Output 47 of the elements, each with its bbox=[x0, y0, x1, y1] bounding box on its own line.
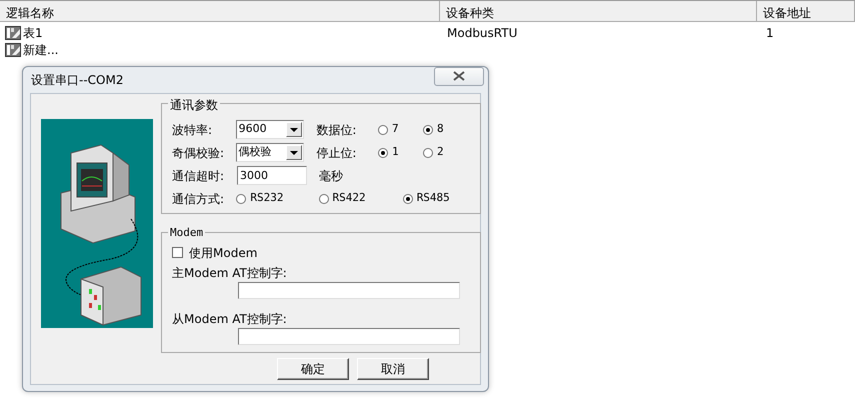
row-name[interactable]: 表1 bbox=[21, 24, 43, 42]
field-label: 通信超时: bbox=[172, 168, 226, 184]
table-icon bbox=[5, 26, 21, 40]
radio-button[interactable] bbox=[318, 194, 329, 204]
window-title: 设置串口--COM2 bbox=[31, 72, 124, 89]
radio-button[interactable] bbox=[423, 148, 434, 158]
field-label: 波特率: bbox=[172, 122, 214, 138]
field-label: 主Modem AT控制字: bbox=[172, 265, 287, 282]
baud-rate-dropdown[interactable]: 9600 bbox=[236, 120, 304, 139]
group-title: 通讯参数 bbox=[168, 96, 220, 114]
table-icon bbox=[5, 42, 21, 56]
device-address: 1 bbox=[765, 26, 774, 40]
timeout-input[interactable]: 3000 bbox=[237, 166, 307, 185]
option-label[interactable]: RS232 bbox=[250, 190, 284, 207]
master-at-input[interactable] bbox=[238, 282, 460, 299]
radio-button[interactable] bbox=[378, 124, 388, 134]
slave-at-input[interactable] bbox=[238, 328, 460, 345]
close-button[interactable] bbox=[434, 66, 484, 86]
option-label[interactable]: 8 bbox=[437, 121, 444, 138]
option-label[interactable]: 2 bbox=[437, 144, 444, 161]
row-name[interactable]: 新建... bbox=[21, 40, 58, 58]
ok-button[interactable]: 确定 bbox=[277, 358, 349, 380]
radio-button[interactable] bbox=[423, 124, 434, 134]
column-header[interactable]: 逻辑名称 bbox=[0, 1, 440, 21]
field-label: 通信方式: bbox=[172, 190, 226, 208]
device-type: ModbusRTU bbox=[446, 26, 518, 40]
radio-button[interactable] bbox=[236, 194, 246, 204]
parity-dropdown[interactable]: 偶校验 bbox=[236, 143, 304, 162]
caret-icon bbox=[290, 150, 298, 154]
close-icon bbox=[453, 71, 465, 81]
option-label[interactable]: RS422 bbox=[332, 190, 366, 207]
option-label[interactable]: 1 bbox=[392, 144, 399, 161]
radio-button[interactable] bbox=[402, 194, 413, 204]
unit-label: 毫秒 bbox=[319, 168, 343, 184]
field-label: 数据位: bbox=[316, 122, 358, 138]
radio-button[interactable] bbox=[378, 148, 388, 158]
field-label: 奇偶校验: bbox=[172, 144, 226, 162]
option-label[interactable]: 7 bbox=[392, 121, 399, 138]
option-label[interactable]: RS485 bbox=[416, 190, 450, 207]
cancel-button[interactable]: 取消 bbox=[357, 358, 429, 380]
field-label: 停止位: bbox=[316, 144, 358, 162]
caret-icon bbox=[290, 128, 298, 132]
checkbox-label[interactable]: 使用Modem bbox=[189, 244, 258, 262]
field-label: 从Modem AT控制字: bbox=[172, 311, 287, 328]
column-header[interactable]: 设备地址 bbox=[757, 1, 855, 21]
checkbox[interactable] bbox=[172, 247, 183, 258]
column-header[interactable]: 设备种类 bbox=[440, 1, 757, 21]
